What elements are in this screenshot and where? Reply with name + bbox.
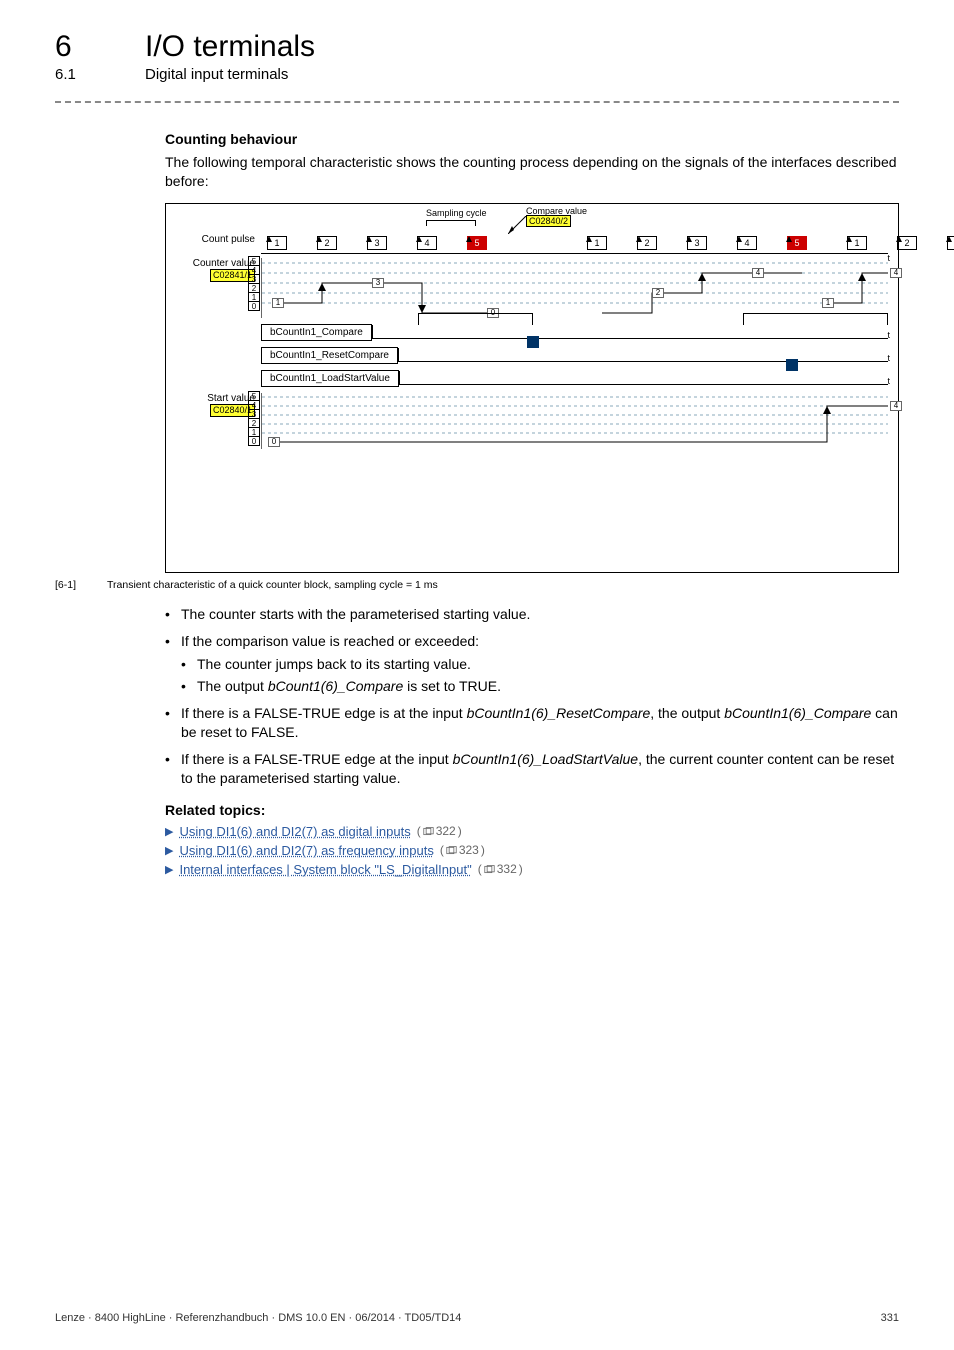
chapter-title: I/O terminals — [145, 30, 315, 64]
intro-paragraph: The following temporal characteristic sh… — [165, 153, 899, 191]
figure-tag: [6-1] — [55, 579, 95, 591]
pulse-box: 3 — [367, 236, 387, 250]
pulse-box: 3 — [947, 236, 954, 250]
pulse-box: 2 — [637, 236, 657, 250]
pulse-box: 3 — [687, 236, 707, 250]
signal-load-label: bCountIn1_LoadStartValue — [261, 370, 399, 387]
triangle-icon: ▶ — [165, 863, 173, 876]
y-axis: 5 4 3 2 1 0 — [248, 391, 260, 445]
pulse-box: 2 — [897, 236, 917, 250]
related-link[interactable]: Internal interfaces | System block "LS_D… — [179, 862, 471, 877]
counter-value-label: Counter value — [193, 258, 255, 269]
sampling-cycle-label: Sampling cycle — [426, 208, 487, 218]
page-ref: ( 323) — [440, 843, 485, 857]
triangle-icon: ▶ — [165, 844, 173, 857]
y-axis: 5 4 3 2 1 0 — [248, 256, 260, 310]
page-ref: ( 332) — [478, 862, 523, 876]
counter-val-box: 1 — [272, 298, 284, 308]
pulse-box: 4 — [737, 236, 757, 250]
counter-val-box: 2 — [652, 288, 664, 298]
page-number: 331 — [881, 1312, 899, 1324]
pulse-box: 2 — [317, 236, 337, 250]
triangle-icon: ▶ — [165, 825, 173, 838]
count-pulse-label: Count pulse — [176, 234, 261, 245]
divider — [55, 101, 899, 103]
list-item: If there is a FALSE-TRUE edge at the inp… — [165, 750, 899, 788]
pulse-box: 1 — [587, 236, 607, 250]
counter-val-box: 3 — [372, 278, 384, 288]
pulse-box: 1 — [267, 236, 287, 250]
footer-left: Lenze · 8400 HighLine · Referenzhandbuch… — [55, 1312, 461, 1324]
related-link[interactable]: Using DI1(6) and DI2(7) as frequency inp… — [179, 843, 433, 858]
signal-reset-trace: t — [398, 348, 888, 362]
related-topics-heading: Related topics: — [165, 802, 899, 818]
list-item: The counter jumps back to its starting v… — [181, 655, 899, 674]
counting-behaviour-heading: Counting behaviour — [165, 131, 899, 147]
figure-caption: Transient characteristic of a quick coun… — [107, 579, 438, 591]
compare-value-code: C02840/2 — [526, 215, 571, 227]
section-title: Digital input terminals — [145, 66, 288, 83]
bullet-list: The counter starts with the parameterise… — [165, 605, 899, 788]
counter-val-box: 1 — [822, 298, 834, 308]
signal-compare-trace: t — [372, 325, 888, 339]
counter-val-box: 4 — [752, 268, 764, 278]
list-item: If there is a FALSE-TRUE edge is at the … — [165, 704, 899, 742]
timing-diagram: Sampling cycle Compare value C02840/2 Co… — [165, 203, 899, 573]
pulse-box: 1 — [847, 236, 867, 250]
start-val-box: 0 — [268, 437, 280, 447]
related-link[interactable]: Using DI1(6) and DI2(7) as digital input… — [179, 824, 410, 839]
pulse-box: 4 — [417, 236, 437, 250]
list-item: The output bCount1(6)_Compare is set to … — [181, 677, 899, 696]
signal-reset-label: bCountIn1_ResetCompare — [261, 347, 398, 364]
signal-compare-label: bCountIn1_Compare — [261, 324, 372, 341]
section-number: 6.1 — [55, 66, 115, 83]
list-item: If the comparison value is reached or ex… — [165, 632, 899, 697]
pulse-box-compare: 5 — [787, 236, 807, 250]
page-ref: ( 322) — [417, 824, 462, 838]
chapter-number: 6 — [55, 30, 115, 64]
signal-load-trace: t — [399, 371, 888, 385]
list-item: The counter starts with the parameterise… — [165, 605, 899, 624]
counter-val-box: 4 — [890, 268, 902, 278]
pulse-box-compare: 5 — [467, 236, 487, 250]
start-val-box: 4 — [890, 401, 902, 411]
